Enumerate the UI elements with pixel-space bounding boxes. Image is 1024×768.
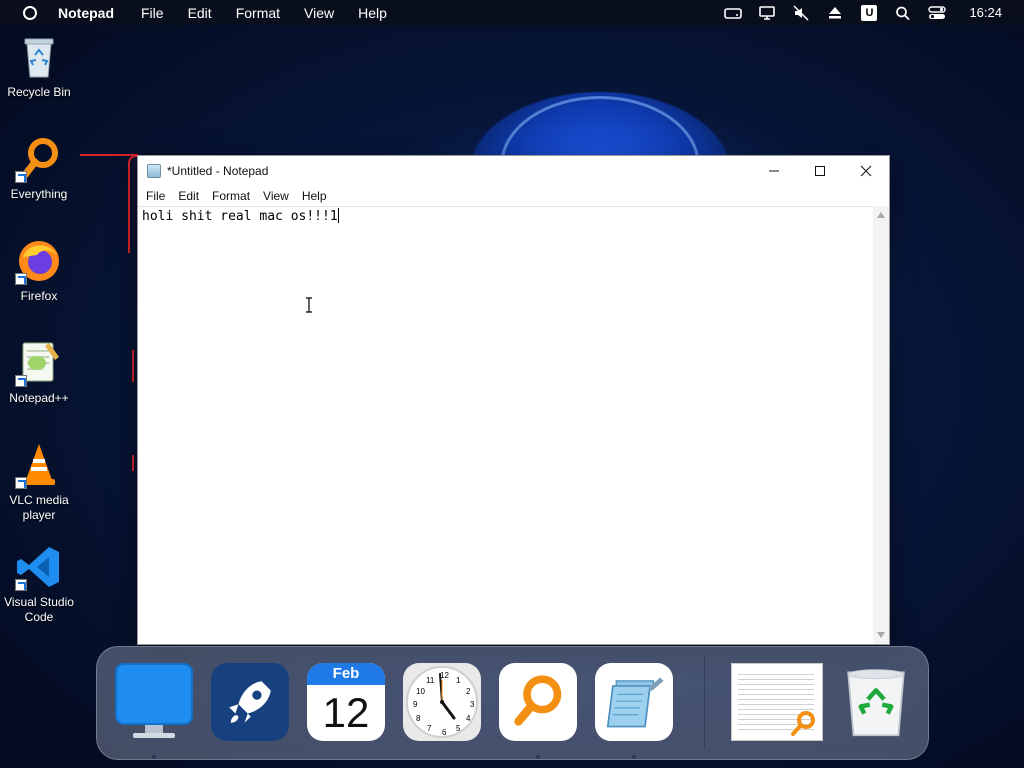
vscode-icon bbox=[15, 543, 63, 591]
control-center-icon[interactable] bbox=[927, 5, 947, 21]
shortcut-arrow-icon bbox=[15, 273, 27, 285]
ibeam-cursor-icon bbox=[306, 297, 312, 313]
running-indicator bbox=[152, 755, 156, 759]
scroll-up-icon[interactable] bbox=[877, 212, 885, 218]
dock-separator bbox=[704, 657, 705, 749]
everything-icon bbox=[791, 711, 815, 736]
calendar-day: 12 bbox=[322, 689, 370, 736]
maximize-button[interactable] bbox=[797, 156, 843, 185]
top-menu-bar: Notepad File Edit Format View Help U 16:… bbox=[0, 0, 1024, 25]
shortcut-arrow-icon bbox=[15, 477, 27, 489]
np-menu-file[interactable]: File bbox=[146, 189, 165, 203]
running-indicator bbox=[536, 755, 540, 759]
everything-icon bbox=[514, 675, 562, 726]
mute-icon[interactable] bbox=[791, 4, 811, 21]
system-menu-icon[interactable] bbox=[23, 5, 37, 20]
menu-file[interactable]: File bbox=[141, 5, 164, 21]
annotation-stroke bbox=[80, 154, 138, 156]
dock-launchpad[interactable] bbox=[211, 663, 289, 741]
dock-everything[interactable] bbox=[499, 663, 577, 741]
vlc-icon bbox=[15, 441, 63, 489]
np-menu-view[interactable]: View bbox=[263, 189, 289, 203]
calendar-month: Feb bbox=[307, 663, 385, 685]
desktop-icon-label: VLC media player bbox=[9, 493, 69, 522]
np-menu-edit[interactable]: Edit bbox=[178, 189, 199, 203]
close-icon bbox=[860, 165, 872, 176]
desktop-icon-label: Firefox bbox=[20, 289, 58, 303]
scroll-down-icon[interactable] bbox=[877, 632, 885, 638]
dock: Feb 12 12 1 2 3 4 5 6 7 8 9 10 11 bbox=[96, 646, 929, 760]
notepadpp-icon bbox=[15, 339, 63, 387]
finder-icon bbox=[115, 663, 193, 738]
menu-edit[interactable]: Edit bbox=[188, 5, 212, 21]
desktop-icon-vlc[interactable]: VLC media player bbox=[0, 441, 78, 523]
desktop-icon-recycle-bin[interactable]: Recycle Bin bbox=[0, 33, 78, 100]
menu-help[interactable]: Help bbox=[358, 5, 387, 21]
np-menu-help[interactable]: Help bbox=[302, 189, 327, 203]
monitor-icon[interactable] bbox=[757, 5, 777, 21]
annotation-stroke bbox=[132, 350, 134, 382]
vertical-scrollbar[interactable] bbox=[873, 206, 889, 644]
window-preview-icon bbox=[731, 663, 823, 741]
menu-format[interactable]: Format bbox=[236, 5, 280, 21]
window-titlebar[interactable]: *Untitled - Notepad bbox=[138, 156, 889, 185]
user-icon[interactable]: U bbox=[859, 4, 879, 21]
np-menu-format[interactable]: Format bbox=[212, 189, 250, 203]
desktop-icon-firefox[interactable]: Firefox bbox=[0, 237, 78, 304]
active-app-name[interactable]: Notepad bbox=[58, 5, 114, 21]
everything-icon bbox=[15, 135, 63, 183]
desktop-icon-label: Visual Studio Code bbox=[4, 595, 74, 624]
annotation-stroke bbox=[132, 455, 134, 471]
clock-hands-icon bbox=[439, 673, 456, 720]
menu-clock[interactable]: 16:24 bbox=[969, 5, 1002, 20]
text-editor-area[interactable]: holi shit real mac os!!!1 bbox=[138, 206, 873, 644]
text-caret bbox=[337, 208, 339, 223]
window-title: *Untitled - Notepad bbox=[167, 163, 269, 178]
editor-text: holi shit real mac os!!!1 bbox=[142, 209, 338, 224]
desktop-icon-label: Everything bbox=[10, 187, 68, 201]
trash-icon bbox=[847, 669, 905, 737]
minimize-button[interactable] bbox=[751, 156, 797, 185]
menu-view[interactable]: View bbox=[304, 5, 334, 21]
drive-icon[interactable] bbox=[723, 5, 743, 21]
dock-finder[interactable] bbox=[115, 663, 193, 741]
shortcut-arrow-icon bbox=[15, 171, 27, 183]
rocket-icon bbox=[229, 681, 271, 723]
recycle-bin-icon bbox=[15, 33, 63, 81]
desktop-icon-label: Recycle Bin bbox=[7, 85, 71, 99]
firefox-icon bbox=[15, 237, 63, 285]
minimize-icon bbox=[769, 170, 779, 171]
running-indicator bbox=[632, 755, 636, 759]
clock-face: 12 1 2 3 4 5 6 7 8 9 10 11 bbox=[406, 666, 478, 738]
maximize-icon bbox=[815, 165, 825, 176]
dock-notepad[interactable] bbox=[595, 663, 673, 741]
user-letter: U bbox=[861, 4, 878, 21]
dock-window-preview[interactable] bbox=[731, 663, 823, 741]
notepad-menubar: File Edit Format View Help bbox=[138, 185, 889, 206]
eject-icon[interactable] bbox=[825, 5, 845, 21]
notepad-app-icon bbox=[147, 163, 161, 178]
desktop-icon-vscode[interactable]: Visual Studio Code bbox=[0, 543, 78, 625]
search-icon[interactable] bbox=[893, 5, 913, 21]
dock-trash[interactable] bbox=[837, 663, 915, 741]
desktop-icon-label: Notepad++ bbox=[9, 391, 69, 405]
dock-calendar[interactable]: Feb 12 bbox=[307, 663, 385, 741]
notepad-icon bbox=[606, 677, 664, 728]
desktop-icon-notepadpp[interactable]: Notepad++ bbox=[0, 339, 78, 406]
shortcut-arrow-icon bbox=[15, 579, 27, 591]
dock-clock[interactable]: 12 1 2 3 4 5 6 7 8 9 10 11 bbox=[403, 663, 481, 741]
notepad-window: *Untitled - Notepad File Edit Format Vie… bbox=[137, 155, 890, 645]
desktop-icon-everything[interactable]: Everything bbox=[0, 135, 78, 202]
shortcut-arrow-icon bbox=[15, 375, 27, 387]
close-button[interactable] bbox=[843, 156, 889, 185]
